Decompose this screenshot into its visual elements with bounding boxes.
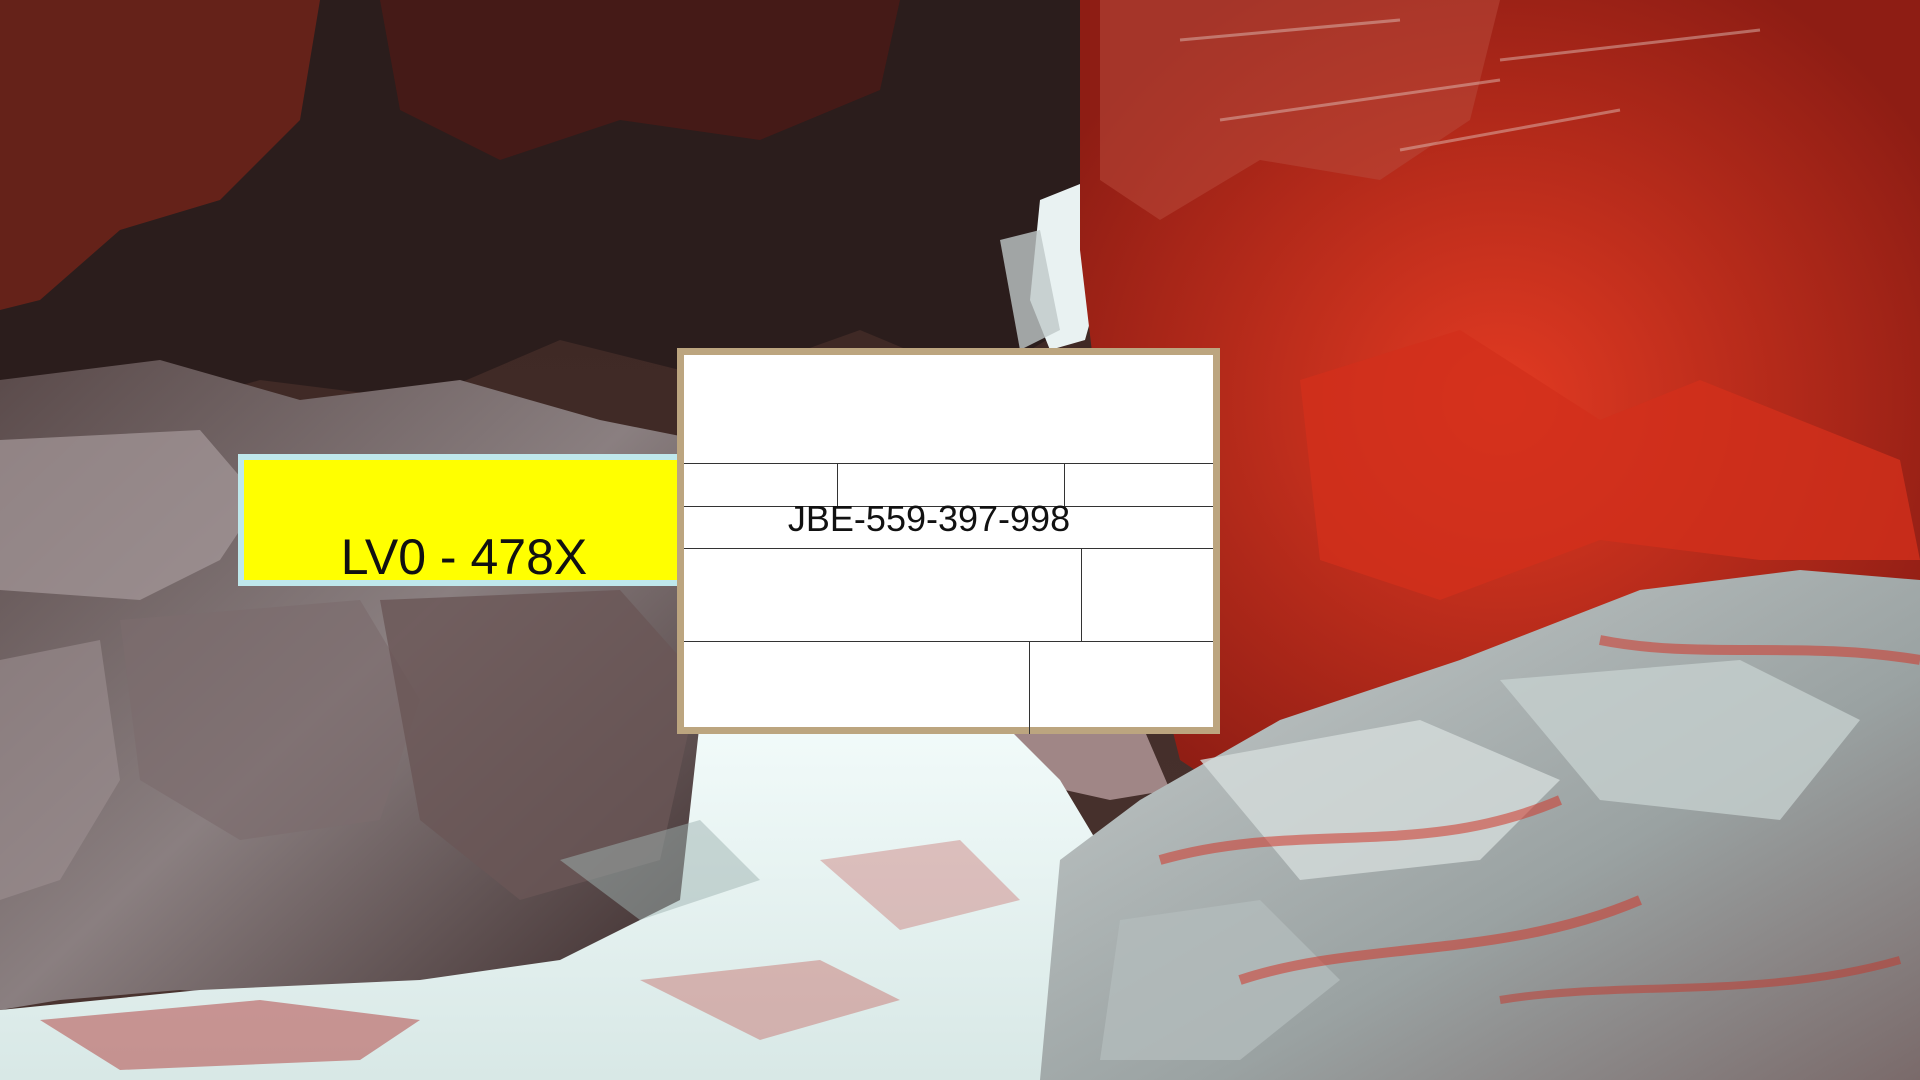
form-rule bbox=[1081, 548, 1082, 641]
form-card: JBE-559-397-998 bbox=[677, 348, 1220, 734]
form-rule bbox=[684, 548, 1213, 549]
plate-number-text: LV0 - 478X bbox=[340, 529, 588, 585]
form-rule bbox=[1029, 641, 1030, 734]
form-code-text: JBE-559-397-998 bbox=[787, 498, 1071, 539]
form-rule bbox=[684, 463, 1213, 464]
form-rule bbox=[684, 641, 1213, 642]
license-plate-label: LV0 - 478X bbox=[238, 454, 684, 586]
